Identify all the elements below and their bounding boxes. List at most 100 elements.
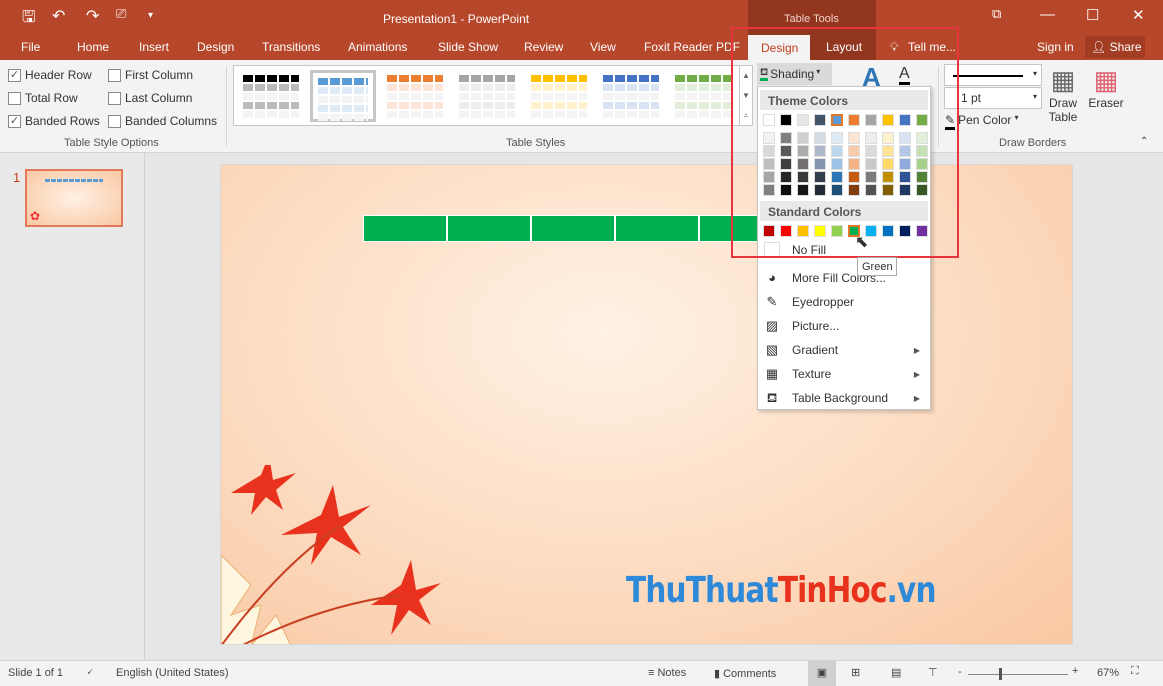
tab-review[interactable]: Review — [524, 40, 563, 54]
ribbon-display-icon[interactable]: ⧉ — [992, 6, 1001, 22]
theme-shade-swatch[interactable] — [865, 184, 877, 196]
table-cell[interactable] — [615, 215, 699, 242]
tab-design[interactable]: Design — [197, 40, 234, 54]
theme-shade-swatch[interactable] — [882, 158, 894, 170]
tab-file[interactable]: File — [21, 40, 40, 54]
theme-shade-swatch[interactable] — [763, 171, 775, 183]
table-styles-gallery[interactable] — [233, 65, 753, 126]
text-fill-icon[interactable]: A — [899, 66, 910, 85]
menu-item-more-fill-colors[interactable]: ◕ More Fill Colors... — [758, 266, 930, 290]
checkbox-first-column[interactable]: First Column — [108, 68, 193, 82]
theme-shade-swatch[interactable] — [865, 171, 877, 183]
table-style-option[interactable] — [670, 70, 736, 122]
theme-color-swatch[interactable] — [865, 114, 877, 126]
theme-color-swatch[interactable] — [882, 114, 894, 126]
standard-color-swatch[interactable] — [780, 225, 792, 237]
save-icon[interactable]: 🖫 — [22, 6, 36, 33]
checkbox-total-row[interactable]: Total Row — [8, 91, 78, 105]
table-style-option[interactable] — [238, 70, 304, 122]
share-button[interactable]: 👤︎ Share — [1085, 36, 1145, 58]
standard-color-swatch[interactable] — [763, 225, 775, 237]
theme-color-swatch[interactable] — [814, 114, 826, 126]
slide-thumbnail[interactable]: ✿ — [25, 169, 123, 227]
tab-foxit-reader-pdf[interactable]: Foxit Reader PDF — [644, 40, 740, 54]
undo-icon[interactable]: ↶ — [52, 6, 65, 26]
gallery-more-icon[interactable]: ⩡ — [740, 106, 752, 126]
table-style-option[interactable] — [598, 70, 664, 122]
theme-shade-swatch[interactable] — [916, 184, 928, 196]
shading-button[interactable]: ⛾ Shading ▾ — [757, 63, 832, 85]
theme-color-swatch[interactable] — [899, 114, 911, 126]
checkbox-box[interactable] — [8, 91, 21, 105]
table-cell[interactable] — [531, 215, 615, 242]
tab-home[interactable]: Home — [77, 40, 109, 54]
pen-weight-dropdown[interactable]: 1 pt ▾ — [944, 87, 1042, 109]
theme-shade-swatch[interactable] — [763, 132, 775, 144]
redo-icon[interactable]: ↷ — [86, 6, 99, 26]
theme-shade-swatch[interactable] — [763, 145, 775, 157]
theme-color-swatch[interactable] — [848, 114, 860, 126]
standard-color-swatch[interactable] — [916, 225, 928, 237]
close-icon[interactable]: ✕ — [1132, 6, 1145, 24]
theme-shade-swatch[interactable] — [814, 171, 826, 183]
zoom-out-icon[interactable]: - — [958, 666, 962, 678]
standard-color-swatch[interactable] — [831, 225, 843, 237]
draw-table-button[interactable]: ▦ Draw Table — [1046, 64, 1080, 124]
tab-table-layout[interactable]: Layout — [826, 40, 862, 54]
standard-color-swatch[interactable] — [814, 225, 826, 237]
theme-shade-swatch[interactable] — [882, 184, 894, 196]
table[interactable] — [363, 215, 783, 242]
tab-animations[interactable]: Animations — [348, 40, 407, 54]
theme-shade-swatch[interactable] — [882, 145, 894, 157]
theme-shade-swatch[interactable] — [831, 132, 843, 144]
theme-shade-swatch[interactable] — [865, 158, 877, 170]
theme-color-swatch[interactable] — [797, 114, 809, 126]
theme-shade-swatch[interactable] — [899, 145, 911, 157]
checkbox-banded-columns[interactable]: Banded Columns — [108, 114, 217, 128]
no-fill-item[interactable]: No Fill — [758, 238, 930, 262]
theme-shade-swatch[interactable] — [780, 132, 792, 144]
customize-qat-icon[interactable]: ▾ — [148, 10, 153, 21]
tab-view[interactable]: View — [590, 40, 616, 54]
fit-to-window-icon[interactable]: ⛶ — [1131, 665, 1139, 678]
theme-shade-swatch[interactable] — [814, 184, 826, 196]
theme-shade-swatch[interactable] — [848, 145, 860, 157]
theme-shade-swatch[interactable] — [780, 158, 792, 170]
comments-button[interactable]: ▮ Comments — [714, 667, 776, 680]
reading-view-icon[interactable]: ▤ — [891, 666, 901, 679]
theme-shade-swatch[interactable] — [848, 132, 860, 144]
table-style-option[interactable] — [310, 70, 376, 122]
theme-shade-swatch[interactable] — [831, 184, 843, 196]
theme-shade-swatch[interactable] — [797, 132, 809, 144]
theme-shade-swatch[interactable] — [916, 171, 928, 183]
menu-item-gradient[interactable]: ▧ Gradient ▶ — [758, 338, 930, 362]
theme-shade-swatch[interactable] — [899, 132, 911, 144]
theme-shade-swatch[interactable] — [831, 171, 843, 183]
zoom-level[interactable]: 67% — [1097, 667, 1119, 679]
zoom-in-icon[interactable]: + — [1072, 665, 1078, 677]
menu-item-eyedropper[interactable]: ✎ Eyedropper — [758, 290, 930, 314]
theme-shade-swatch[interactable] — [814, 132, 826, 144]
table-style-option[interactable] — [382, 70, 448, 122]
theme-shade-swatch[interactable] — [780, 184, 792, 196]
spell-check-icon[interactable]: 🗸 — [86, 666, 94, 679]
checkbox-box[interactable]: ✓ — [8, 68, 21, 82]
theme-shade-swatch[interactable] — [865, 145, 877, 157]
tab-slide-show[interactable]: Slide Show — [438, 40, 498, 54]
theme-shade-swatch[interactable] — [797, 184, 809, 196]
pen-color-button[interactable]: ✎ Pen Color ▾ — [945, 113, 1018, 130]
checkbox-header-row[interactable]: ✓ Header Row — [8, 68, 92, 82]
table-style-option[interactable] — [526, 70, 592, 122]
sign-in-link[interactable]: Sign in — [1037, 40, 1074, 54]
theme-shade-swatch[interactable] — [814, 158, 826, 170]
standard-color-swatch[interactable] — [899, 225, 911, 237]
slide-sorter-icon[interactable]: ⊞ — [851, 666, 860, 679]
theme-shade-swatch[interactable] — [848, 171, 860, 183]
table-style-option[interactable] — [454, 70, 520, 122]
collapse-ribbon-icon[interactable]: ⌃ — [1140, 136, 1148, 147]
gallery-scroll[interactable]: ▲ ▼ ⩡ — [739, 65, 753, 126]
theme-shade-swatch[interactable] — [899, 184, 911, 196]
zoom-slider-thumb[interactable] — [999, 668, 1002, 680]
theme-shade-swatch[interactable] — [899, 158, 911, 170]
theme-shade-swatch[interactable] — [780, 145, 792, 157]
